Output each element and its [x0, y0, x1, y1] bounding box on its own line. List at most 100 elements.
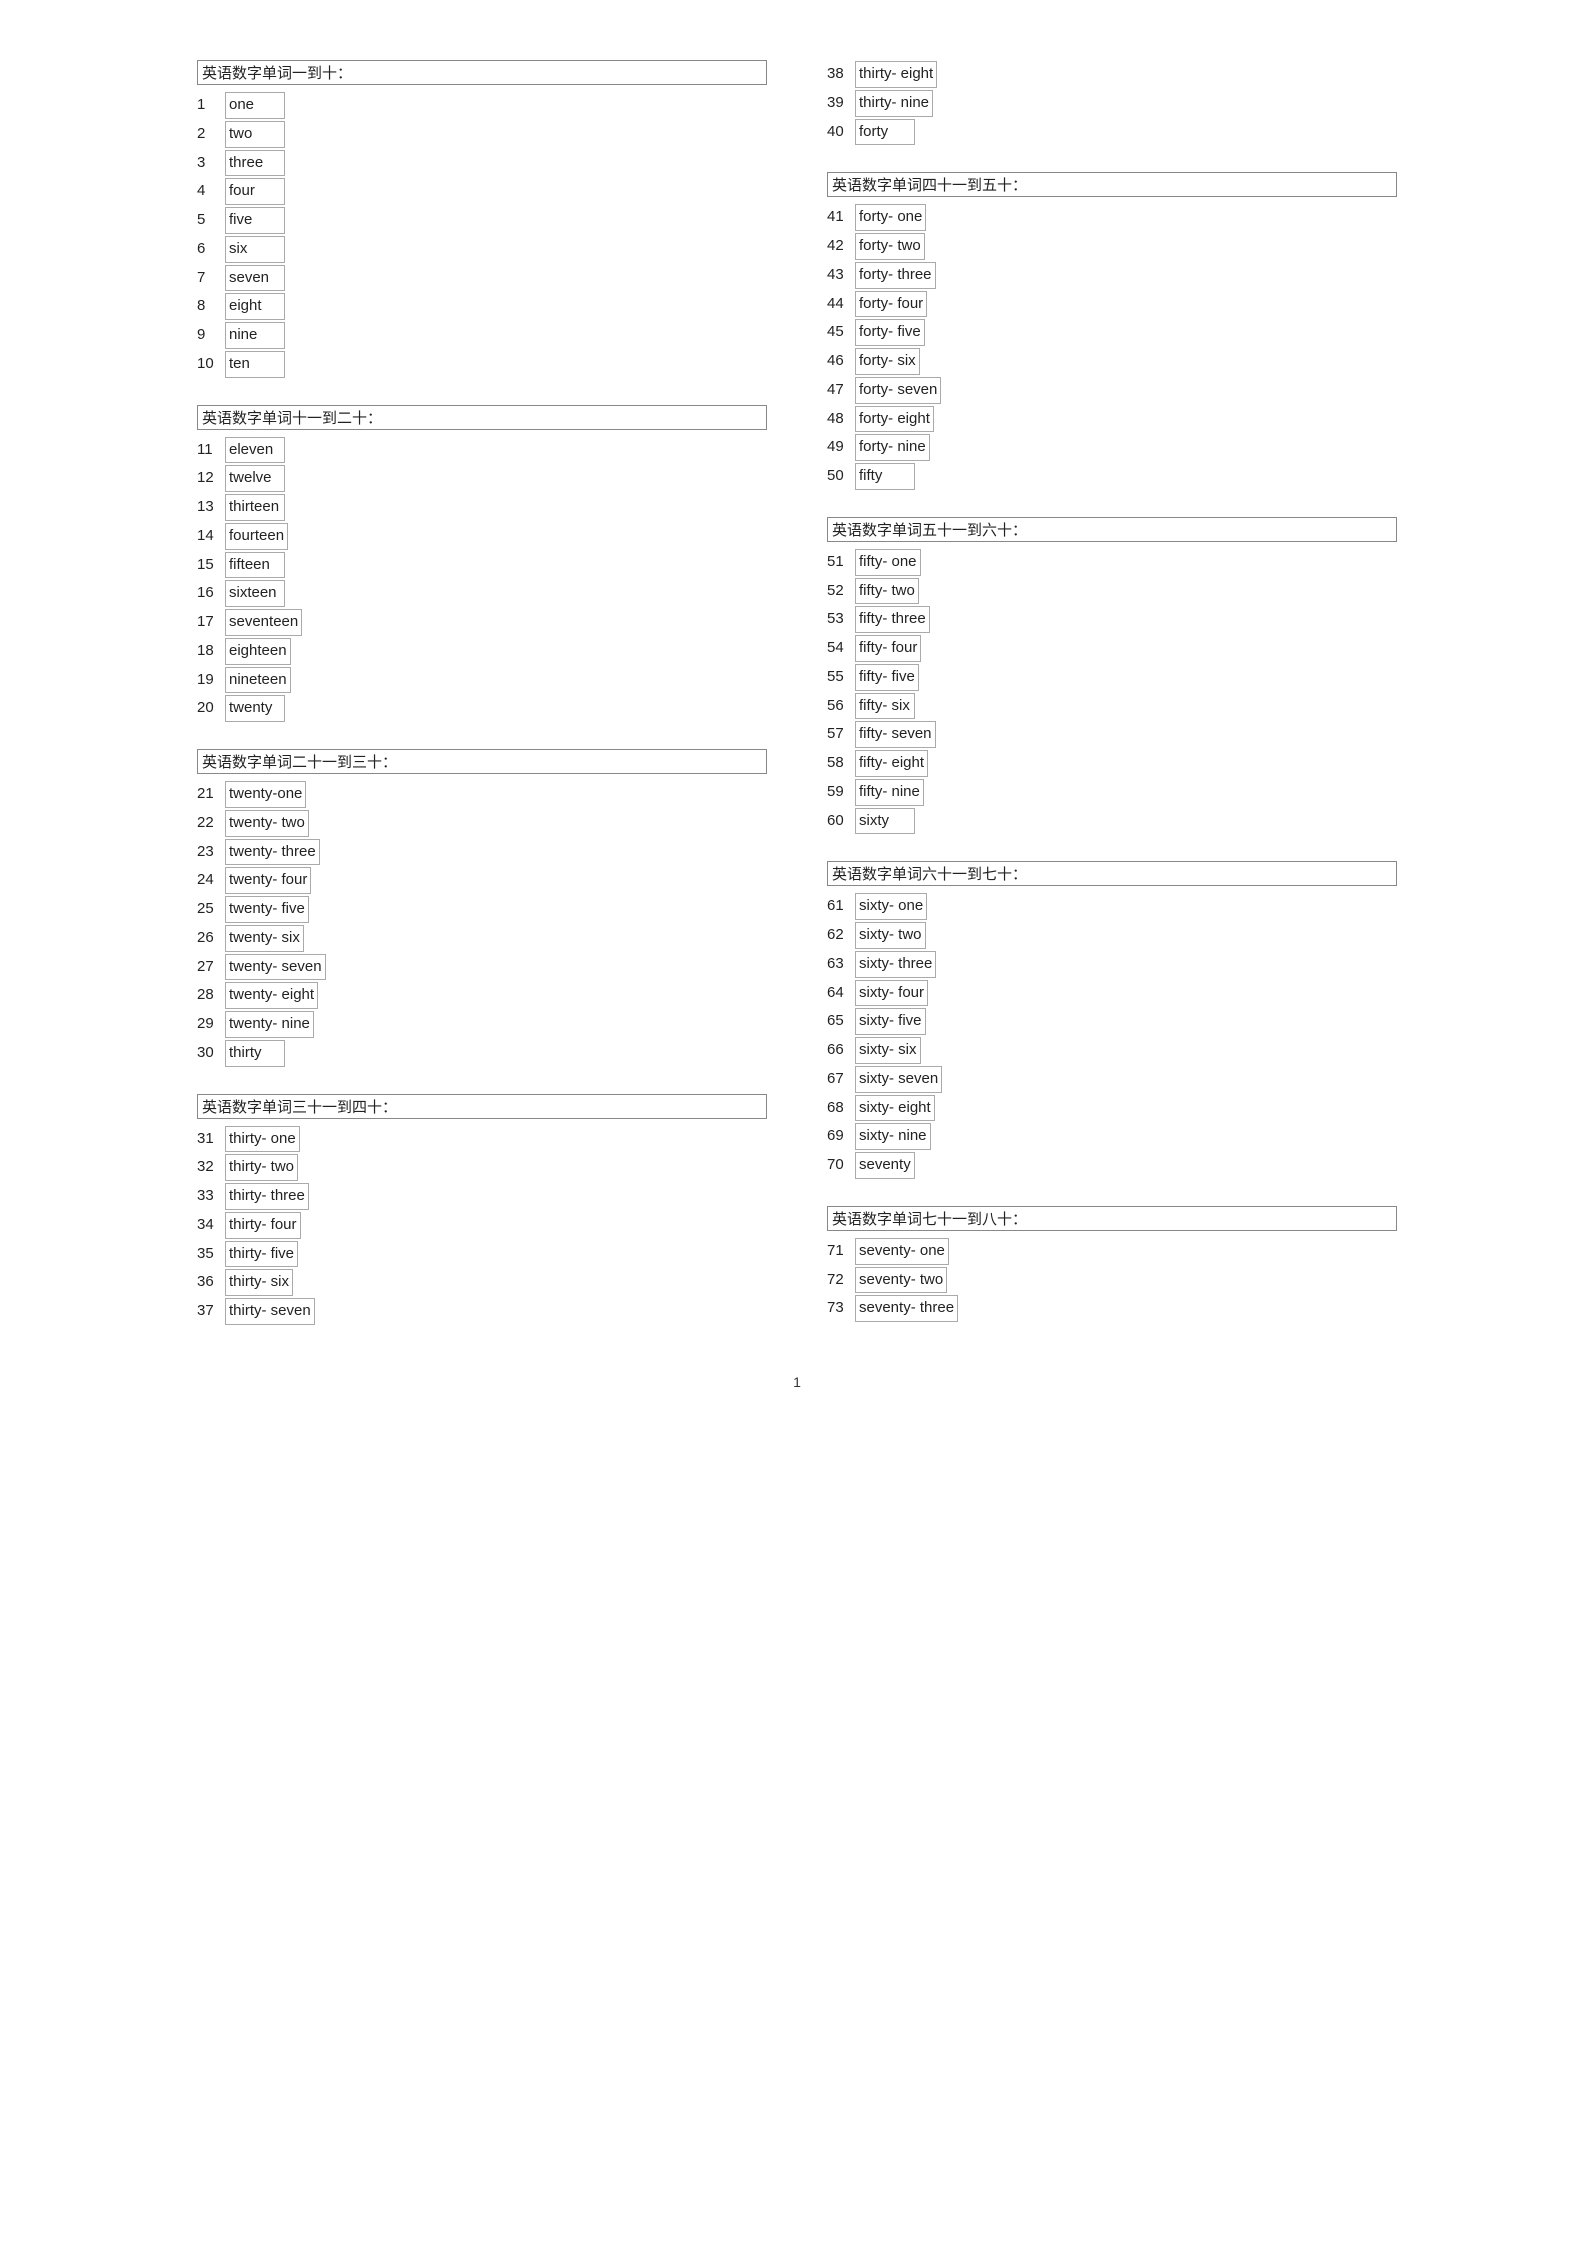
- number-item: 1one: [197, 91, 767, 120]
- word: fifty: [855, 463, 915, 490]
- number: 6: [197, 237, 225, 262]
- number: 42: [827, 234, 855, 259]
- number-item: 63sixty- three: [827, 950, 1397, 979]
- number: 58: [827, 751, 855, 776]
- number: 48: [827, 407, 855, 432]
- word: thirty- six: [225, 1269, 293, 1296]
- number-item: 35thirty- five: [197, 1240, 767, 1269]
- number-item: 52fifty- two: [827, 577, 1397, 606]
- number: 72: [827, 1268, 855, 1293]
- number-item: 62sixty- two: [827, 921, 1397, 950]
- word: seventy- two: [855, 1267, 947, 1294]
- number-item: 30thirty: [197, 1039, 767, 1068]
- number-item: 44forty- four: [827, 290, 1397, 319]
- section-title-right-2: 英语数字单词五十一到六十：: [827, 517, 1397, 542]
- number: 53: [827, 607, 855, 632]
- number-item: 29twenty- nine: [197, 1010, 767, 1039]
- number-item: 25twenty- five: [197, 895, 767, 924]
- word: forty- three: [855, 262, 936, 289]
- word: sixty- three: [855, 951, 936, 978]
- number-item: 67sixty- seven: [827, 1065, 1397, 1094]
- number: 64: [827, 981, 855, 1006]
- number: 69: [827, 1124, 855, 1149]
- number-item: 11eleven: [197, 436, 767, 465]
- number-item: 16sixteen: [197, 579, 767, 608]
- number: 7: [197, 266, 225, 291]
- number-item: 50fifty: [827, 462, 1397, 491]
- number-item: 8eight: [197, 292, 767, 321]
- number: 47: [827, 378, 855, 403]
- number-item: 68sixty- eight: [827, 1094, 1397, 1123]
- number-item: 46forty- six: [827, 347, 1397, 376]
- word: fifty- nine: [855, 779, 924, 806]
- number-item: 21twenty-one: [197, 780, 767, 809]
- number-item: 12twelve: [197, 464, 767, 493]
- word: sixty- five: [855, 1008, 926, 1035]
- number-item: 36thirty- six: [197, 1268, 767, 1297]
- number: 34: [197, 1213, 225, 1238]
- section-title-left-2: 英语数字单词二十一到三十：: [197, 749, 767, 774]
- number-item: 2two: [197, 120, 767, 149]
- number: 60: [827, 809, 855, 834]
- number-item: 61sixty- one: [827, 892, 1397, 921]
- number: 18: [197, 639, 225, 664]
- number: 54: [827, 636, 855, 661]
- number: 23: [197, 840, 225, 865]
- number: 66: [827, 1038, 855, 1063]
- number: 65: [827, 1009, 855, 1034]
- number: 21: [197, 782, 225, 807]
- word: sixty- four: [855, 980, 928, 1007]
- word: seventy- three: [855, 1295, 958, 1322]
- word: forty- seven: [855, 377, 941, 404]
- number-item: 53fifty- three: [827, 605, 1397, 634]
- number: 19: [197, 668, 225, 693]
- word: nine: [225, 322, 285, 349]
- number: 4: [197, 179, 225, 204]
- number: 37: [197, 1299, 225, 1324]
- right-column: 38thirty- eight39thirty- nine40forty英语数字…: [827, 60, 1397, 1334]
- word: one: [225, 92, 285, 119]
- number: 62: [827, 923, 855, 948]
- number-item: 59fifty- nine: [827, 778, 1397, 807]
- word: fifty- six: [855, 693, 915, 720]
- number: 68: [827, 1096, 855, 1121]
- word: five: [225, 207, 285, 234]
- number-item: 49forty- nine: [827, 433, 1397, 462]
- word: nineteen: [225, 667, 291, 694]
- word: thirty- three: [225, 1183, 309, 1210]
- word: fifty- five: [855, 664, 919, 691]
- word: sixty- two: [855, 922, 926, 949]
- word: twenty-one: [225, 781, 306, 808]
- number-item: 23twenty- three: [197, 838, 767, 867]
- number: 40: [827, 120, 855, 145]
- number-item: 43forty- three: [827, 261, 1397, 290]
- number-item: 73seventy- three: [827, 1294, 1397, 1323]
- word: three: [225, 150, 285, 177]
- number-item: 60sixty: [827, 807, 1397, 836]
- word: twenty- eight: [225, 982, 318, 1009]
- word: twelve: [225, 465, 285, 492]
- page-number: 1: [40, 1374, 1554, 1390]
- number: 43: [827, 263, 855, 288]
- number-item: 17seventeen: [197, 608, 767, 637]
- number: 9: [197, 323, 225, 348]
- number-item: 56fifty- six: [827, 692, 1397, 721]
- word: twenty- nine: [225, 1011, 314, 1038]
- section-title-left-0: 英语数字单词一到十：: [197, 60, 767, 85]
- word: fifty- three: [855, 606, 930, 633]
- number: 13: [197, 495, 225, 520]
- number-item: 41forty- one: [827, 203, 1397, 232]
- number-item: 10ten: [197, 350, 767, 379]
- word: six: [225, 236, 285, 263]
- number: 3: [197, 151, 225, 176]
- word: fifty- one: [855, 549, 921, 576]
- number: 5: [197, 208, 225, 233]
- word: forty- eight: [855, 406, 934, 433]
- number: 52: [827, 579, 855, 604]
- word: seventy: [855, 1152, 915, 1179]
- word: eighteen: [225, 638, 291, 665]
- number: 22: [197, 811, 225, 836]
- number-item: 65sixty- five: [827, 1007, 1397, 1036]
- number-item: 39thirty- nine: [827, 89, 1397, 118]
- number-item: 45forty- five: [827, 318, 1397, 347]
